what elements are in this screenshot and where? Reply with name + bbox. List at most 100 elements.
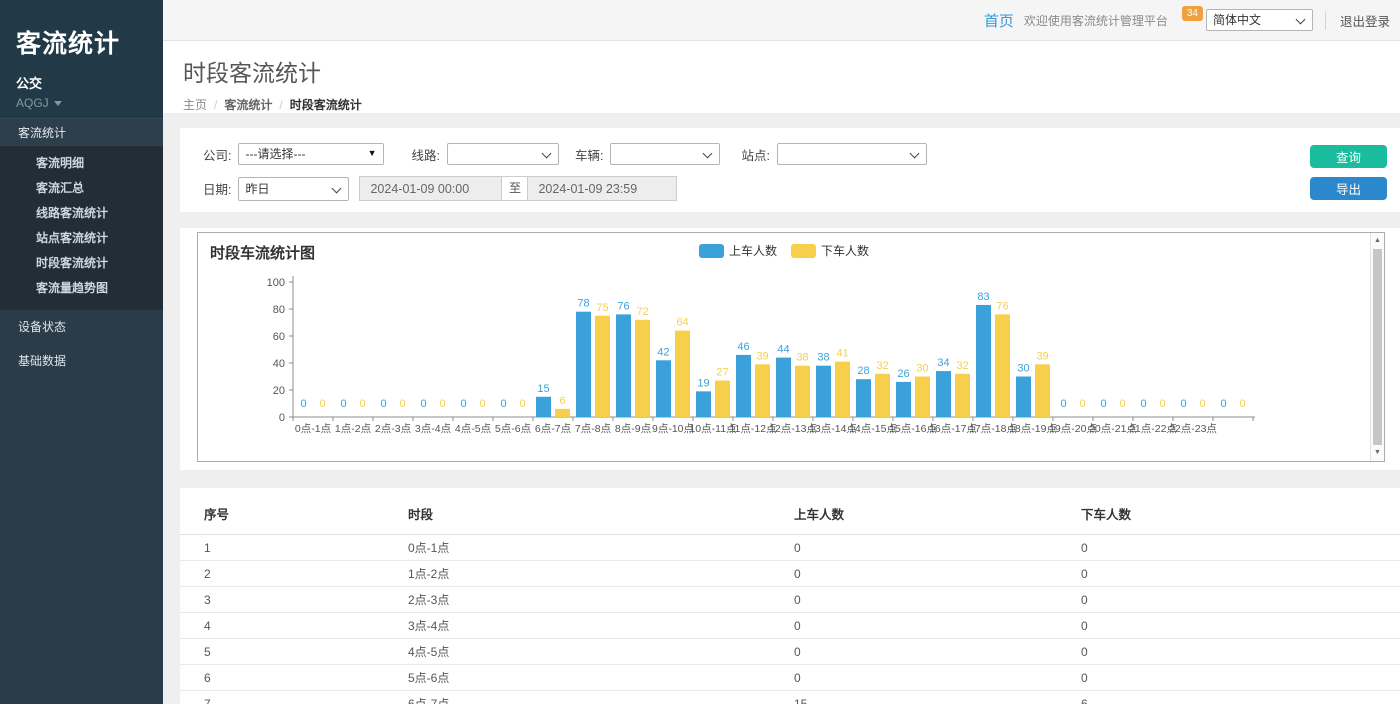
table-row: 5 4点-5点 0 0	[180, 639, 1400, 665]
svg-text:39: 39	[756, 350, 768, 362]
sidebar-menu-item[interactable]: 基础数据	[0, 344, 163, 378]
filter-panel: 公司: ---请选择--- ▼ 线路: 车辆: 站点: 日期: 昨日 至 查询	[180, 128, 1400, 212]
svg-text:44: 44	[777, 344, 789, 356]
breadcrumb-parent[interactable]: 客流统计	[224, 98, 272, 112]
svg-text:0: 0	[1239, 398, 1245, 410]
svg-text:27: 27	[716, 367, 728, 379]
svg-text:0: 0	[460, 398, 466, 410]
account-dropdown[interactable]: AQGJ	[16, 96, 147, 110]
svg-text:0: 0	[1119, 398, 1125, 410]
scrollbar-thumb[interactable]	[1373, 249, 1382, 445]
page-header: 时段客流统计 主页/客流统计/时段客流统计	[163, 41, 1400, 113]
svg-text:0: 0	[1159, 398, 1165, 410]
svg-text:0: 0	[359, 398, 365, 410]
legend-item-boarding[interactable]: 上车人数	[699, 242, 777, 259]
org-name: 公交	[16, 73, 147, 92]
svg-text:20: 20	[273, 385, 285, 397]
svg-text:28: 28	[857, 365, 869, 377]
chart-scrollbar[interactable]: ▲ ▼	[1370, 233, 1384, 461]
svg-text:39: 39	[1036, 350, 1048, 362]
svg-text:0: 0	[1199, 398, 1205, 410]
legend-swatch-blue	[699, 244, 724, 258]
svg-text:0: 0	[420, 398, 426, 410]
svg-text:0: 0	[399, 398, 405, 410]
svg-text:0: 0	[1180, 398, 1186, 410]
svg-text:0: 0	[439, 398, 445, 410]
sidebar-submenu-item[interactable]: 线路客流统计	[0, 201, 163, 226]
sidebar-group-passenger-stats[interactable]: 客流统计	[0, 118, 163, 146]
svg-text:100: 100	[267, 277, 285, 289]
line-label: 线路:	[411, 145, 439, 164]
table-row: 7 6点-7点 15 6	[180, 691, 1400, 704]
svg-text:0: 0	[300, 398, 306, 410]
notification-badge[interactable]: 34	[1182, 6, 1203, 21]
language-select-wrap: 简体中文	[1206, 9, 1313, 31]
chart-legend: 上车人数 下车人数	[198, 242, 1370, 259]
sidebar-submenu-item[interactable]: 客流量趋势图	[0, 276, 163, 301]
svg-text:30: 30	[1017, 363, 1029, 375]
legend-item-alighting[interactable]: 下车人数	[791, 242, 869, 259]
scroll-down-icon[interactable]: ▼	[1371, 447, 1384, 459]
breadcrumb-home[interactable]: 主页	[183, 98, 207, 112]
svg-text:32: 32	[876, 360, 888, 372]
svg-text:40: 40	[273, 358, 285, 370]
svg-text:64: 64	[676, 317, 688, 329]
svg-text:83: 83	[977, 291, 989, 303]
home-link[interactable]: 首页	[984, 10, 1014, 31]
sidebar-submenu-item[interactable]: 站点客流统计	[0, 226, 163, 251]
topbar: 首页 欢迎使用客流统计管理平台 34 简体中文 退出登录	[163, 0, 1400, 41]
svg-text:2点-3点: 2点-3点	[375, 423, 411, 435]
table-row: 3 2点-3点 0 0	[180, 587, 1400, 613]
vehicle-label: 车辆:	[575, 145, 603, 164]
logout-link[interactable]: 退出登录	[1325, 11, 1390, 30]
sidebar-other-items: 设备状态基础数据	[0, 310, 163, 378]
svg-text:22点-23点: 22点-23点	[1169, 423, 1217, 435]
station-select[interactable]	[777, 143, 927, 165]
svg-text:15: 15	[537, 383, 549, 395]
legend-swatch-yellow	[791, 244, 816, 258]
bar-chart: 020406080100000点-1点001点-2点002点-3点003点-4点…	[198, 271, 1368, 461]
svg-text:19: 19	[697, 377, 709, 389]
date-to-input[interactable]	[527, 176, 677, 201]
date-from-input[interactable]	[359, 176, 502, 201]
company-select[interactable]: ---请选择---	[238, 143, 384, 165]
sidebar: 客流统计 公交 AQGJ 客流统计 客流明细客流汇总线路客流统计站点客流统计时段…	[0, 0, 163, 704]
table-row: 1 0点-1点 0 0	[180, 535, 1400, 561]
sidebar-submenu-item[interactable]: 客流汇总	[0, 176, 163, 201]
svg-text:0: 0	[1060, 398, 1066, 410]
table-row: 2 1点-2点 0 0	[180, 561, 1400, 587]
date-preset-select[interactable]: 昨日	[238, 177, 349, 201]
vehicle-select[interactable]	[610, 143, 720, 165]
export-button[interactable]: 导出	[1310, 177, 1387, 200]
sidebar-submenu-item[interactable]: 客流明细	[0, 151, 163, 176]
svg-text:0: 0	[1140, 398, 1146, 410]
table-row: 4 3点-4点 0 0	[180, 613, 1400, 639]
line-select[interactable]	[447, 143, 559, 165]
sidebar-menu-item[interactable]: 设备状态	[0, 310, 163, 344]
date-label: 日期:	[203, 179, 231, 198]
svg-text:5点-6点: 5点-6点	[495, 423, 531, 435]
query-button[interactable]: 查询	[1310, 145, 1387, 168]
svg-text:26: 26	[897, 368, 909, 380]
svg-text:0: 0	[1220, 398, 1226, 410]
language-select[interactable]: 简体中文	[1206, 9, 1313, 31]
svg-text:76: 76	[996, 300, 1008, 312]
app-logo-title: 客流统计	[16, 24, 147, 60]
svg-text:38: 38	[796, 352, 808, 364]
svg-text:0: 0	[500, 398, 506, 410]
svg-text:46: 46	[737, 341, 749, 353]
scroll-up-icon[interactable]: ▲	[1371, 235, 1384, 247]
breadcrumb: 主页/客流统计/时段客流统计	[183, 96, 1400, 113]
breadcrumb-current: 时段客流统计	[290, 98, 362, 112]
svg-text:76: 76	[617, 300, 629, 312]
sidebar-submenu-item[interactable]: 时段客流统计	[0, 251, 163, 276]
svg-text:0: 0	[1079, 398, 1085, 410]
svg-text:0点-1点: 0点-1点	[295, 423, 331, 435]
table-row: 6 5点-6点 0 0	[180, 665, 1400, 691]
svg-text:8点-9点: 8点-9点	[615, 423, 651, 435]
svg-text:41: 41	[836, 348, 848, 360]
chart-box: 时段车流统计图 上车人数 下车人数 020406080100000点-1点001…	[197, 232, 1385, 462]
svg-text:78: 78	[577, 298, 589, 310]
header-index: 序号	[180, 496, 408, 535]
welcome-text: 欢迎使用客流统计管理平台	[1024, 12, 1168, 29]
